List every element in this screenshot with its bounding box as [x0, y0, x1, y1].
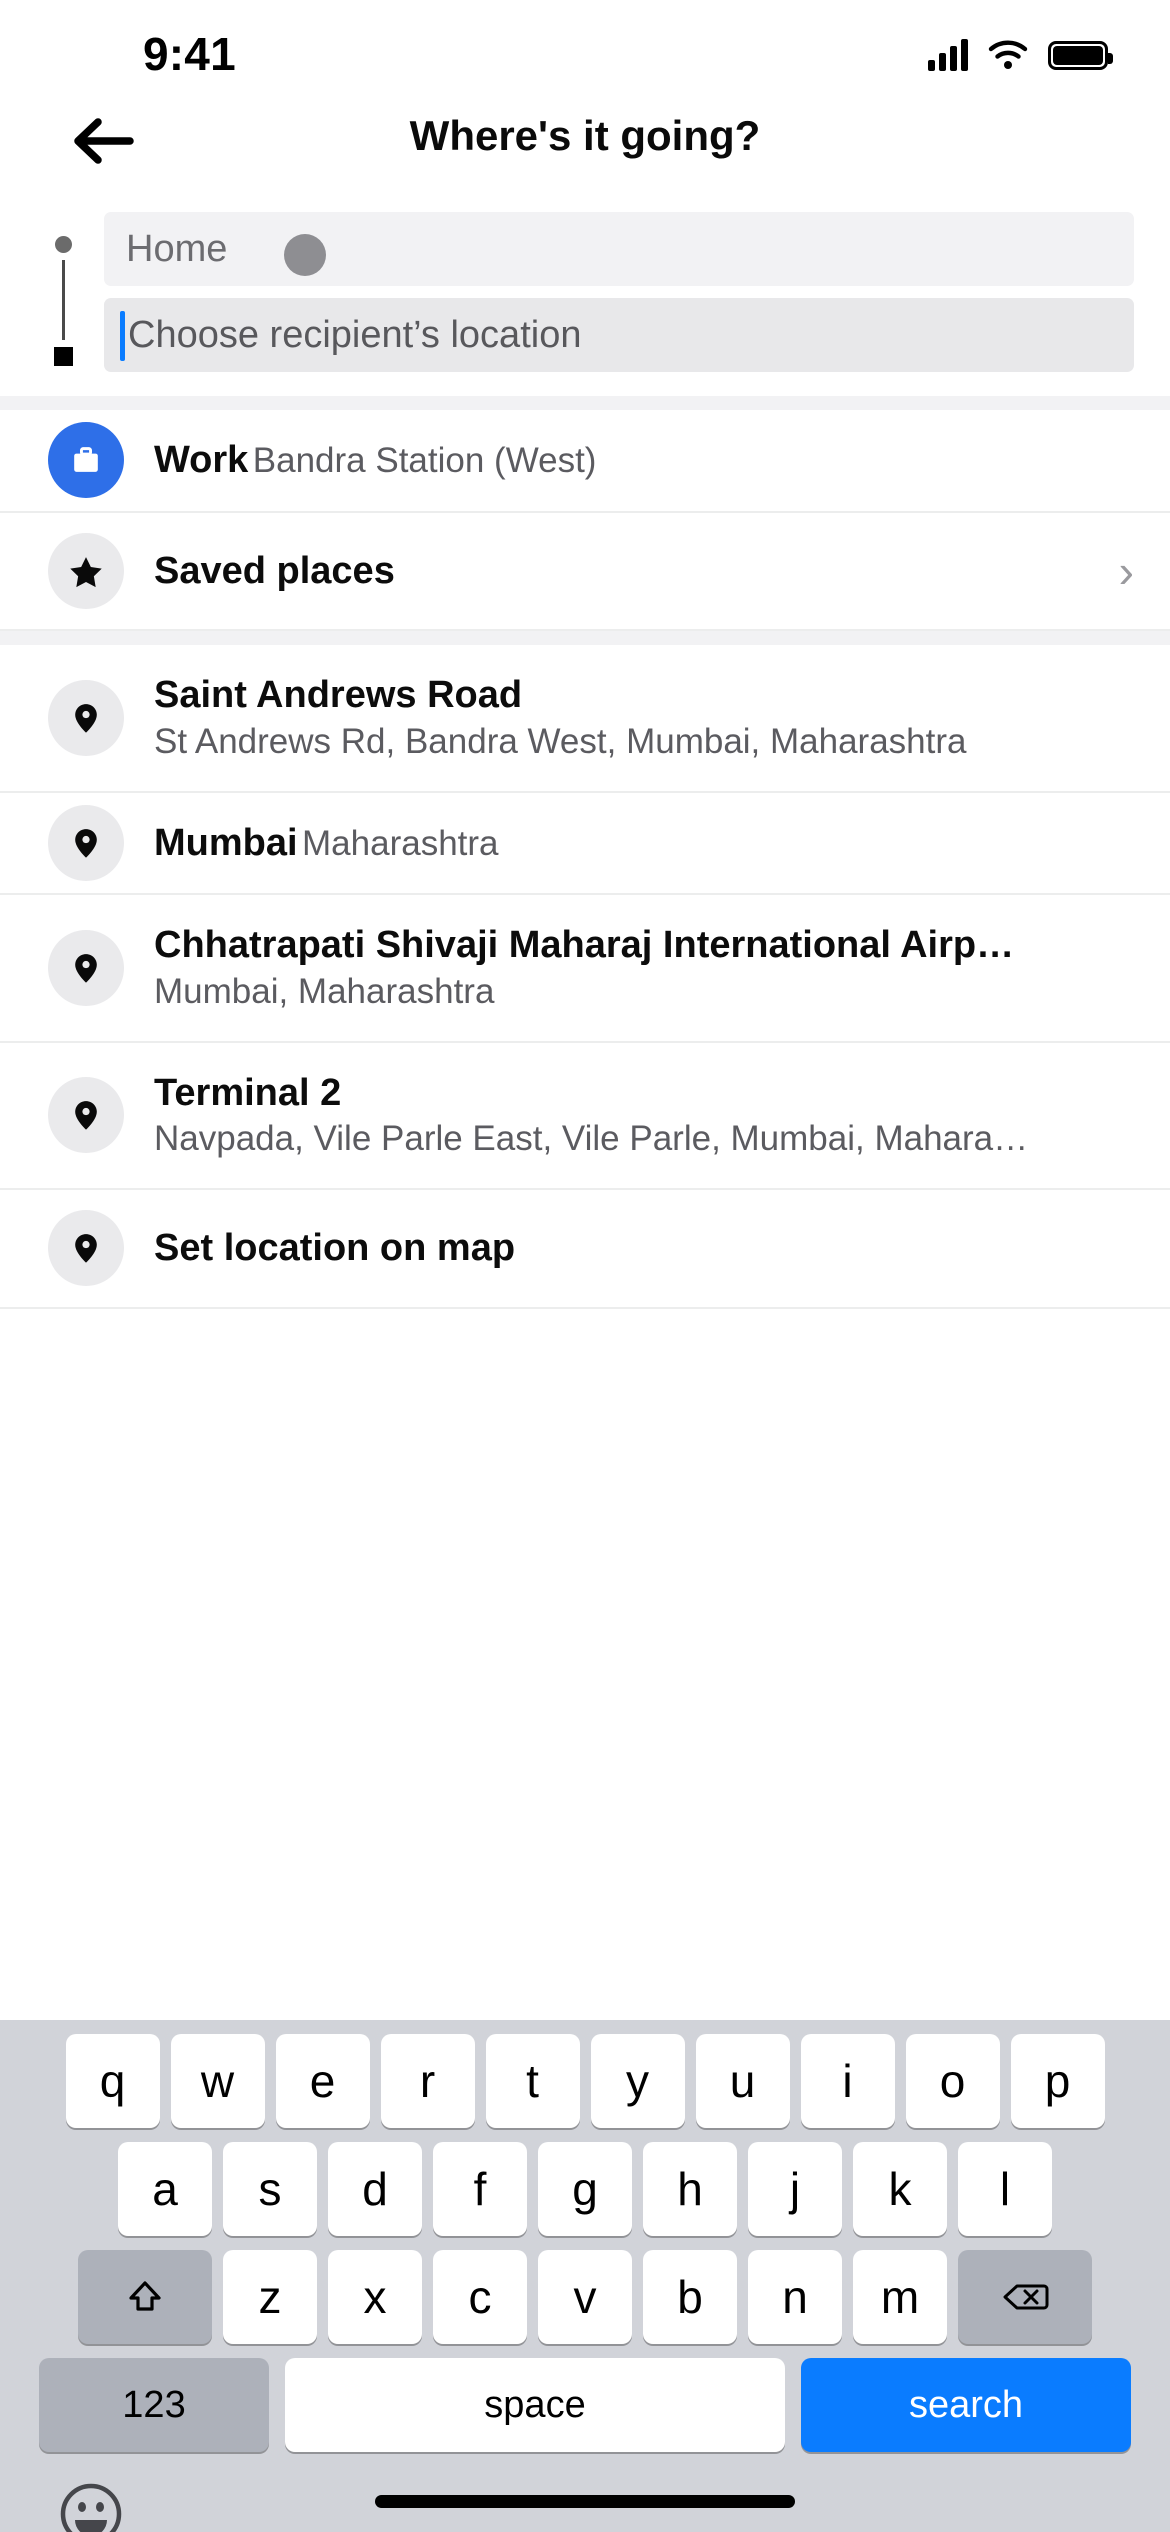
text-caret — [120, 311, 125, 361]
status-icons — [928, 39, 1113, 71]
destination-input[interactable]: Choose recipient’s location — [104, 298, 1134, 372]
list-item-text: Saved places — [154, 513, 1107, 630]
route-line — [61, 260, 65, 340]
list-item-terminal-2[interactable]: Terminal 2 Navpada, Vile Parle East, Vil… — [0, 1043, 1170, 1191]
list-item-subtitle: Mumbai, Maharashtra — [154, 971, 495, 1011]
key-p[interactable]: p — [1010, 2034, 1105, 2128]
page-title: Where's it going? — [409, 112, 761, 159]
key-t[interactable]: t — [485, 2034, 580, 2128]
key-k[interactable]: k — [853, 2142, 947, 2236]
list-item-subtitle: Bandra Station (West) — [252, 441, 597, 480]
key-x[interactable]: x — [328, 2250, 422, 2344]
chevron-right-icon: › — [1118, 544, 1134, 597]
origin-input-value: Home — [126, 227, 228, 270]
list-item-chhatrapati-shivaji-airport[interactable]: Chhatrapati Shivaji Maharaj Internationa… — [0, 895, 1170, 1043]
list-item-work[interactable]: Work Bandra Station (West) — [0, 410, 1170, 513]
keyboard-row-2: a s d f g h j k l — [0, 2142, 1170, 2236]
status-bar: 9:41 — [0, 0, 1170, 100]
backspace-key-icon[interactable] — [958, 2250, 1092, 2344]
star-icon — [48, 532, 124, 609]
status-time: 9:41 — [143, 28, 236, 80]
origin-dot-icon — [54, 236, 72, 253]
list-item-subtitle: Navpada, Vile Parle East, Vile Parle, Mu… — [154, 1119, 1029, 1159]
key-u[interactable]: u — [695, 2034, 790, 2128]
route-rail — [48, 236, 78, 366]
map-pin-icon — [48, 1210, 124, 1287]
key-c[interactable]: c — [433, 2250, 527, 2344]
key-y[interactable]: y — [590, 2034, 685, 2128]
key-h[interactable]: h — [643, 2142, 737, 2236]
list-item-title: Saved places — [154, 549, 395, 592]
key-g[interactable]: g — [538, 2142, 632, 2236]
list-item-mumbai[interactable]: Mumbai Maharashtra — [0, 793, 1170, 896]
key-a[interactable]: a — [118, 2142, 212, 2236]
list-item-subtitle: St Andrews Rd, Bandra West, Mumbai, Maha… — [154, 721, 967, 761]
list-item-saint-andrews-road[interactable]: Saint Andrews Road St Andrews Rd, Bandra… — [0, 645, 1170, 793]
section-divider — [0, 396, 1170, 410]
list-item-set-location-on-map[interactable]: Set location on map — [0, 1190, 1170, 1309]
space-key[interactable]: space — [285, 2358, 785, 2452]
list-item-text: Mumbai Maharashtra — [154, 793, 1134, 894]
destination-input-placeholder: Choose recipient’s location — [128, 313, 582, 356]
list-item-title: Terminal 2 — [154, 1071, 342, 1114]
map-pin-icon — [48, 1077, 124, 1154]
origin-input[interactable]: Home — [104, 212, 1134, 286]
list-item-text: Saint Andrews Road St Andrews Rd, Bandra… — [154, 645, 1134, 790]
route-inputs: Home Choose recipient’s location — [0, 212, 1170, 396]
key-e[interactable]: e — [275, 2034, 370, 2128]
destination-square-icon — [53, 347, 73, 366]
emoji-icon[interactable] — [56, 2479, 126, 2532]
keyboard-row-4: 123 space search — [0, 2358, 1170, 2452]
list-item-title: Set location on map — [154, 1227, 516, 1270]
phone-screen: 9:41 Where's it going? Home Choose recip… — [0, 0, 1170, 2532]
key-w[interactable]: w — [170, 2034, 265, 2128]
key-i[interactable]: i — [800, 2034, 895, 2128]
onscreen-keyboard: q w e r t y u i o p a s d f g h j k l z … — [0, 2020, 1170, 2532]
search-key[interactable]: search — [801, 2358, 1131, 2452]
key-l[interactable]: l — [958, 2142, 1052, 2236]
key-f[interactable]: f — [433, 2142, 527, 2236]
list-item-title: Saint Andrews Road — [154, 674, 523, 717]
map-pin-icon — [48, 679, 124, 756]
list-item-title: Work — [154, 439, 249, 481]
key-s[interactable]: s — [223, 2142, 317, 2236]
key-q[interactable]: q — [65, 2034, 160, 2128]
search-results-list: Saint Andrews Road St Andrews Rd, Bandra… — [0, 645, 1170, 1309]
key-j[interactable]: j — [748, 2142, 842, 2236]
map-pin-icon — [48, 930, 124, 1006]
key-o[interactable]: o — [905, 2034, 1000, 2128]
home-indicator — [375, 2495, 795, 2508]
key-n[interactable]: n — [748, 2250, 842, 2344]
battery-icon — [1048, 40, 1113, 70]
header: Where's it going? — [0, 100, 1170, 200]
briefcase-icon — [48, 422, 124, 499]
keyboard-row-1: q w e r t y u i o p — [0, 2034, 1170, 2128]
list-item-text: Set location on map — [154, 1190, 1134, 1307]
key-d[interactable]: d — [328, 2142, 422, 2236]
key-z[interactable]: z — [223, 2250, 317, 2344]
list-item-title: Mumbai — [154, 821, 298, 864]
list-item-text: Chhatrapati Shivaji Maharaj Internationa… — [154, 895, 1134, 1040]
shift-key-icon[interactable] — [78, 2250, 212, 2344]
list-item-title: Chhatrapati Shivaji Maharaj Internationa… — [154, 924, 1015, 967]
list-item-saved-places[interactable]: Saved places › — [0, 513, 1170, 632]
section-divider — [0, 631, 1170, 646]
list-item-text: Work Bandra Station (West) — [154, 410, 1134, 511]
key-v[interactable]: v — [538, 2250, 632, 2344]
map-pin-icon — [48, 804, 124, 881]
wifi-icon — [988, 40, 1028, 70]
list-item-text: Terminal 2 Navpada, Vile Parle East, Vil… — [154, 1043, 1134, 1188]
key-r[interactable]: r — [380, 2034, 475, 2128]
saved-places-list: Work Bandra Station (West) Saved places … — [0, 410, 1170, 632]
cellular-signal-icon — [928, 39, 968, 71]
numbers-key[interactable]: 123 — [39, 2358, 269, 2452]
keyboard-row-3: z x c v b n m — [0, 2250, 1170, 2344]
list-item-subtitle: Maharashtra — [302, 823, 499, 863]
key-b[interactable]: b — [643, 2250, 737, 2344]
key-m[interactable]: m — [853, 2250, 947, 2344]
